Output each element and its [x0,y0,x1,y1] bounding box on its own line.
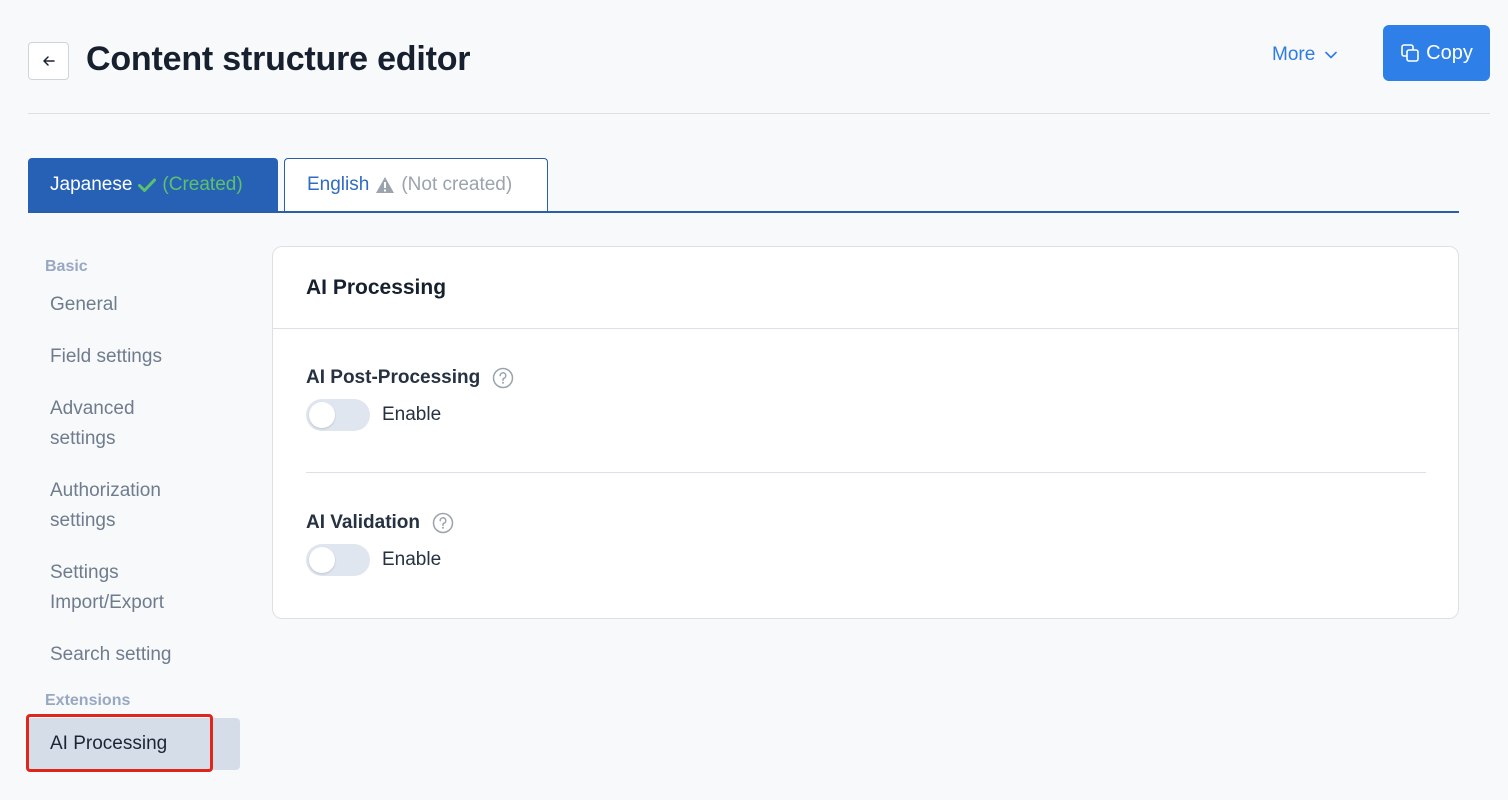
sidebar-section-extensions: Extensions [45,692,131,709]
setting-label: AI Validation [306,512,454,534]
sidebar: Basic General Field settings Advanced se… [26,246,240,772]
warning-icon [376,177,395,193]
ai-post-processing-toggle[interactable] [306,399,370,431]
sidebar-item-authorization-settings[interactable]: Authorization settings [28,476,188,536]
ai-processing-card: AI Processing AI Post-Processing Enable … [272,246,1459,619]
sidebar-item-general[interactable]: General [28,290,240,320]
tab-status: (Created) [162,173,243,195]
toggle-row: Enable [306,544,454,576]
page-title: Content structure editor [86,40,471,78]
sidebar-item-settings-import-export[interactable]: Settings Import/Export [28,558,198,618]
setting-label-text: AI Post-Processing [306,367,481,388]
help-icon[interactable] [432,512,454,534]
toggle-knob [309,402,335,428]
sidebar-section-basic: Basic [45,258,88,275]
toggle-knob [309,547,335,573]
ai-validation-toggle[interactable] [306,544,370,576]
help-icon[interactable] [492,367,514,389]
setting-label: AI Post-Processing [306,367,514,389]
setting-label-text: AI Validation [306,512,421,533]
sidebar-item-ai-processing[interactable]: AI Processing [28,718,240,770]
tab-japanese[interactable]: Japanese (Created) [28,158,278,211]
sidebar-item-advanced-settings[interactable]: Advanced settings [28,394,178,454]
back-button[interactable] [28,42,69,80]
page-header: Content structure editor More Copy [28,24,1490,114]
tab-label: English [307,174,370,195]
more-label: More [1272,44,1316,65]
arrow-left-icon [42,56,55,66]
copy-icon [1401,44,1419,62]
check-icon [138,178,157,192]
language-tabs: Japanese (Created) English (Not created) [28,158,1459,213]
sidebar-item-label: AI Processing [50,733,168,754]
toggle-label: Enable [382,549,442,570]
divider [306,472,1426,473]
setting-ai-validation: AI Validation Enable [306,512,454,576]
more-menu-button[interactable]: More [1272,44,1338,66]
tab-status: (Not created) [401,174,513,195]
card-title: AI Processing [306,275,447,299]
sidebar-item-field-settings[interactable]: Field settings [28,342,240,372]
chevron-down-icon [1325,51,1338,59]
sidebar-active-wrapper: AI Processing [26,714,240,772]
card-header: AI Processing [273,247,1458,329]
copy-label: Copy [1426,41,1473,64]
tab-label: Japanese [50,173,133,195]
copy-button[interactable]: Copy [1383,25,1490,81]
setting-ai-post-processing: AI Post-Processing Enable [306,367,514,431]
toggle-label: Enable [382,404,442,425]
tab-english[interactable]: English (Not created) [284,158,548,211]
toggle-row: Enable [306,399,514,431]
sidebar-item-search-setting[interactable]: Search setting [28,640,240,670]
